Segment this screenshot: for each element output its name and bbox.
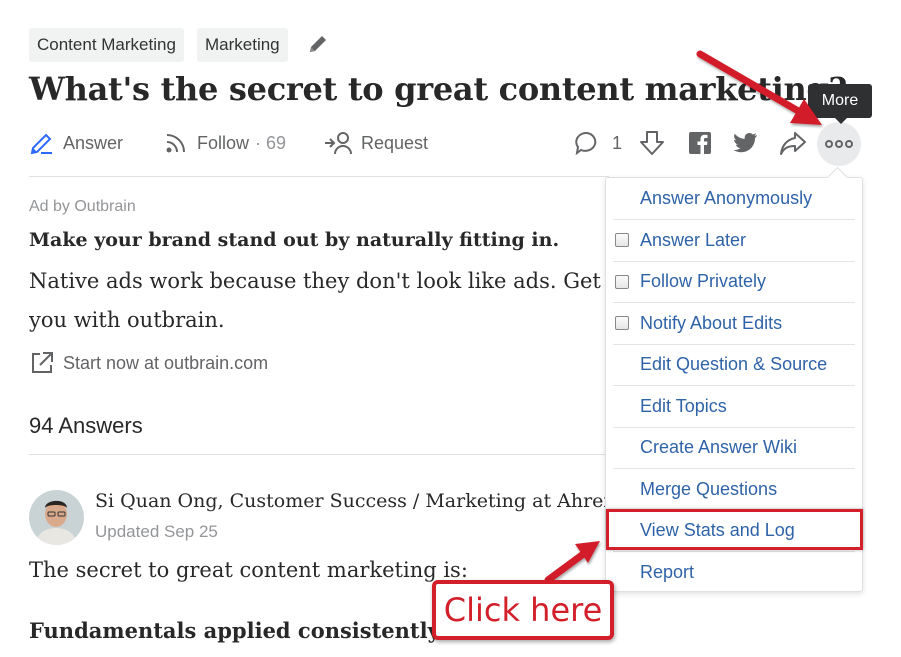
topic-marketing[interactable]: Marketing [197, 28, 288, 62]
request-button[interactable]: Request [323, 128, 428, 158]
follow-label: Follow [197, 132, 250, 153]
answer-later-checkbox[interactable] [615, 233, 629, 248]
request-icon [325, 132, 352, 155]
menu-item-label: Merge Questions [640, 478, 778, 499]
menu-item-label: Notify About Edits [640, 312, 783, 333]
facebook-share-button[interactable] [684, 127, 716, 159]
menu-item-follow-privately[interactable]: Follow Privately [606, 261, 862, 303]
twitter-share-button[interactable] [730, 127, 762, 159]
answer-author[interactable]: Si Quan Ong, Customer Success / Marketin… [95, 490, 620, 512]
menu-item-answer-anonymously[interactable]: Answer Anonymously [606, 178, 862, 220]
notify-about-edits-checkbox[interactable] [615, 316, 629, 331]
answer-updated[interactable]: Updated Sep 25 [95, 522, 218, 542]
menu-item-merge-questions[interactable]: Merge Questions [606, 469, 862, 511]
menu-item-label: Follow Privately [640, 271, 767, 292]
menu-item-label: Answer Anonymously [640, 188, 813, 209]
answer-icon [30, 133, 52, 155]
more-button[interactable] [817, 122, 861, 166]
share-icon [780, 132, 806, 155]
share-button[interactable] [777, 127, 809, 159]
follow-icon [166, 134, 185, 153]
comment-count: 1 [612, 132, 623, 153]
answer-button[interactable]: Answer [29, 128, 123, 158]
ad-label: Ad by Outbrain [29, 198, 136, 215]
pencil-icon[interactable] [304, 30, 332, 58]
downvote-icon [640, 131, 664, 155]
downvote-button[interactable] [636, 127, 668, 159]
external-link-icon [32, 352, 53, 373]
ad-link-label: Start now at outbrain.com [63, 352, 269, 373]
menu-item-report[interactable]: Report [606, 552, 862, 594]
menu-item-answer-later[interactable]: Answer Later [606, 220, 862, 262]
follow-button[interactable]: Follow · 69 [163, 128, 286, 158]
answer-bold-text: Fundamentals applied consistently a [29, 618, 461, 643]
answer-text: The secret to great content marketing is… [29, 558, 468, 582]
click-here-callout: Click here [432, 580, 614, 640]
divider [29, 176, 609, 177]
follow-privately-checkbox[interactable] [615, 274, 629, 289]
menu-item-edit-question-source[interactable]: Edit Question & Source [606, 344, 862, 386]
more-tooltip: More [808, 84, 872, 124]
topic-content-marketing[interactable]: Content Marketing [29, 28, 184, 62]
ad-headline[interactable]: Make your brand stand out by naturally f… [29, 229, 559, 251]
comment-button[interactable]: 1 [574, 127, 630, 159]
comment-icon [575, 131, 597, 156]
menu-item-label: Edit Topics [640, 395, 727, 416]
request-label: Request [361, 132, 429, 153]
menu-item-label: Edit Question & Source [640, 354, 828, 375]
arrow-to-view-stats [544, 541, 600, 584]
follow-count: · 69 [255, 132, 287, 153]
ad-body[interactable]: Native ads work because they don't look … [29, 262, 609, 342]
menu-item-notify-about-edits[interactable]: Notify About Edits [606, 303, 862, 345]
menu-item-create-answer-wiki[interactable]: Create Answer Wiki [606, 427, 862, 469]
menu-item-label: Answer Later [640, 229, 747, 250]
twitter-icon [733, 132, 757, 153]
facebook-icon [689, 132, 711, 154]
avatar[interactable] [29, 490, 84, 545]
answers-count: 94 Answers [29, 413, 143, 438]
menu-item-label: Report [640, 561, 695, 582]
more-icon [825, 140, 853, 148]
answer-label: Answer [63, 132, 124, 153]
question-title: What's the secret to great content marke… [29, 70, 847, 108]
menu-item-edit-topics[interactable]: Edit Topics [606, 386, 862, 428]
highlight-box [606, 509, 863, 550]
divider [29, 454, 609, 455]
menu-item-label: Create Answer Wiki [640, 437, 798, 458]
ad-link[interactable]: Start now at outbrain.com [29, 350, 268, 376]
